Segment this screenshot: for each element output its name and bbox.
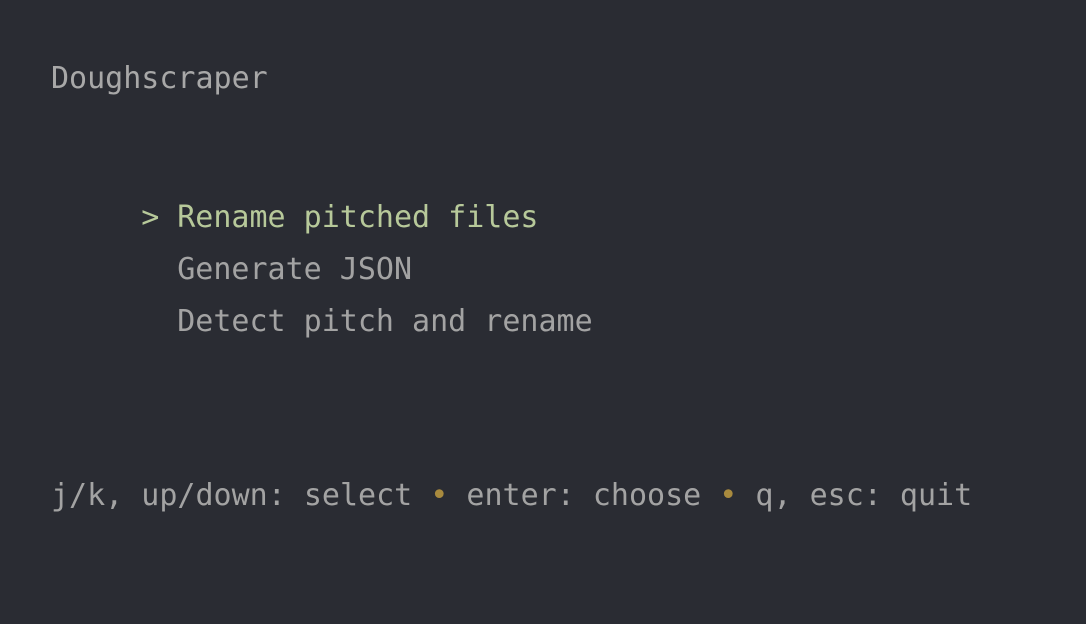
help-quit: q, esc: quit	[755, 478, 973, 513]
app-title: Doughscraper	[51, 61, 268, 96]
help-choose: enter: choose	[466, 478, 702, 513]
help-separator-icon: •	[719, 478, 738, 513]
help-separator-icon: •	[430, 478, 449, 513]
menu-item-label: Detect pitch and rename	[177, 304, 593, 339]
help-bar: j/k, up/down: select • enter: choose • q…	[51, 479, 972, 513]
help-select: j/k, up/down: select	[51, 478, 413, 513]
menu-item-detect-pitch-and-rename[interactable]: Detect pitch and rename	[51, 271, 593, 373]
terminal-window: Doughscraper > Rename pitched files Gener…	[0, 0, 1086, 624]
